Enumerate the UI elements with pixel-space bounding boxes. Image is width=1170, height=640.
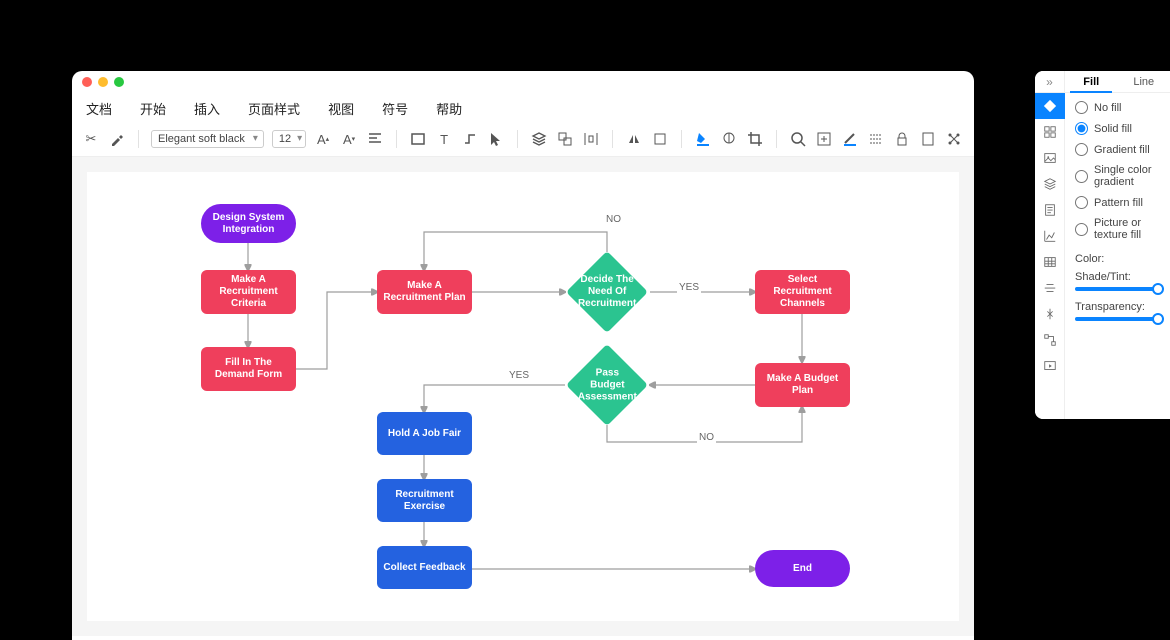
strip-page-icon[interactable] [1035, 197, 1065, 223]
strip-layers-icon[interactable] [1035, 171, 1065, 197]
layers-icon[interactable] [530, 130, 548, 148]
slider-shade-tint[interactable] [1065, 285, 1170, 297]
separator [681, 130, 682, 148]
fill-options: No fill Solid fill Gradient fill Single … [1065, 93, 1170, 249]
panel-collapse-button[interactable]: » [1035, 71, 1064, 93]
menu-start[interactable]: 开始 [140, 99, 166, 118]
cut-icon[interactable]: ✂ [82, 130, 100, 148]
slider-transparency[interactable] [1065, 315, 1170, 327]
menu-bar: 文档 开始 插入 页面样式 视图 符号 帮助 [72, 93, 974, 126]
more-connectors-icon[interactable] [945, 130, 963, 148]
format-panel: » [1035, 71, 1170, 419]
node-criteria[interactable]: Make A Recruitment Criteria [201, 270, 296, 314]
node-exercise[interactable]: Recruitment Exercise [377, 479, 472, 522]
radio-solid-fill[interactable]: Solid fill [1075, 122, 1160, 135]
radio-picture-fill[interactable]: Picture or texture fill [1075, 217, 1160, 241]
radio-single-color-gradient[interactable]: Single color gradient [1075, 164, 1160, 188]
menu-view[interactable]: 视图 [328, 99, 354, 118]
edge-label-no: NO [697, 432, 716, 443]
menu-page-style[interactable]: 页面样式 [248, 99, 300, 118]
label-transparency: Transparency: [1065, 297, 1170, 315]
increase-font-icon[interactable]: A▴ [314, 130, 332, 148]
page-icon[interactable] [919, 130, 937, 148]
decrease-font-icon[interactable]: A▾ [340, 130, 358, 148]
node-job-fair[interactable]: Hold A Job Fair [377, 412, 472, 455]
flip-horizontal-icon[interactable] [625, 130, 643, 148]
window-maximize-button[interactable] [114, 77, 124, 87]
edge-label-no: NO [604, 214, 623, 225]
crop-icon[interactable] [746, 130, 764, 148]
highlight-icon[interactable] [694, 130, 712, 148]
fit-page-icon[interactable] [815, 130, 833, 148]
canvas[interactable]: NO YES YES NO Design System Integration … [87, 172, 959, 621]
strip-flow-icon[interactable] [1035, 327, 1065, 353]
node-start[interactable]: Design System Integration [201, 204, 296, 243]
node-demand[interactable]: Fill In The Demand Form [201, 347, 296, 391]
strip-fill-icon[interactable] [1035, 93, 1065, 119]
font-size-dropdown[interactable]: 12 [272, 130, 306, 148]
node-feedback[interactable]: Collect Feedback [377, 546, 472, 589]
align-icon[interactable] [366, 130, 384, 148]
spacing-icon[interactable] [651, 130, 669, 148]
line-style-icon[interactable] [867, 130, 885, 148]
text-tool-icon[interactable]: T [435, 130, 453, 148]
separator [517, 130, 518, 148]
strip-align-icon[interactable] [1035, 275, 1065, 301]
zoom-icon[interactable] [789, 130, 807, 148]
canvas-area: NO YES YES NO Design System Integration … [72, 157, 974, 636]
tab-line[interactable]: Line [1118, 71, 1170, 92]
strip-table-icon[interactable] [1035, 249, 1065, 275]
app-window: 文档 开始 插入 页面样式 视图 符号 帮助 ✂ Elegant soft bl… [72, 71, 974, 640]
panel-tabs: Fill Line [1065, 71, 1170, 93]
lock-icon[interactable] [893, 130, 911, 148]
separator [612, 130, 613, 148]
label-shade-tint: Shade/Tint: [1065, 267, 1170, 285]
separator [776, 130, 777, 148]
tab-fill[interactable]: Fill [1065, 71, 1118, 92]
radio-pattern-fill[interactable]: Pattern fill [1075, 196, 1160, 209]
separator [396, 130, 397, 148]
connector-tool-icon[interactable] [461, 130, 479, 148]
rectangle-tool-icon[interactable] [409, 130, 427, 148]
strip-grid-icon[interactable] [1035, 119, 1065, 145]
menu-file[interactable]: 文档 [86, 99, 112, 118]
strip-ruler-icon[interactable] [1035, 301, 1065, 327]
titlebar [72, 71, 974, 93]
node-plan[interactable]: Make A Recruitment Plan [377, 270, 472, 314]
separator [138, 130, 139, 148]
panel-strip: » [1035, 71, 1065, 419]
strip-play-icon[interactable] [1035, 353, 1065, 379]
group-icon[interactable] [556, 130, 574, 148]
menu-insert[interactable]: 插入 [194, 99, 220, 118]
strip-image-icon[interactable] [1035, 145, 1065, 171]
line-color-icon[interactable] [841, 130, 859, 148]
menu-help[interactable]: 帮助 [436, 99, 462, 118]
distribute-icon[interactable] [582, 130, 600, 148]
panel-body: Fill Line No fill Solid fill Gradient fi… [1065, 71, 1170, 419]
radio-no-fill[interactable]: No fill [1075, 101, 1160, 114]
strip-chart-icon[interactable] [1035, 223, 1065, 249]
window-close-button[interactable] [82, 77, 92, 87]
toolbar: ✂ Elegant soft black 12 A▴ A▾ T [72, 126, 974, 157]
node-budget-plan[interactable]: Make A Budget Plan [755, 363, 850, 407]
font-dropdown[interactable]: Elegant soft black [151, 130, 264, 148]
radio-gradient-fill[interactable]: Gradient fill [1075, 143, 1160, 156]
node-end[interactable]: End [755, 550, 850, 587]
paintbrush-icon[interactable] [108, 130, 126, 148]
fill-color-icon[interactable] [720, 130, 738, 148]
window-minimize-button[interactable] [98, 77, 108, 87]
pointer-tool-icon[interactable] [487, 130, 505, 148]
label-color: Color: [1065, 249, 1170, 267]
edge-label-yes: YES [677, 282, 701, 293]
menu-symbol[interactable]: 符号 [382, 99, 408, 118]
node-channels[interactable]: Select Recruitment Channels [755, 270, 850, 314]
edge-label-yes: YES [507, 370, 531, 381]
